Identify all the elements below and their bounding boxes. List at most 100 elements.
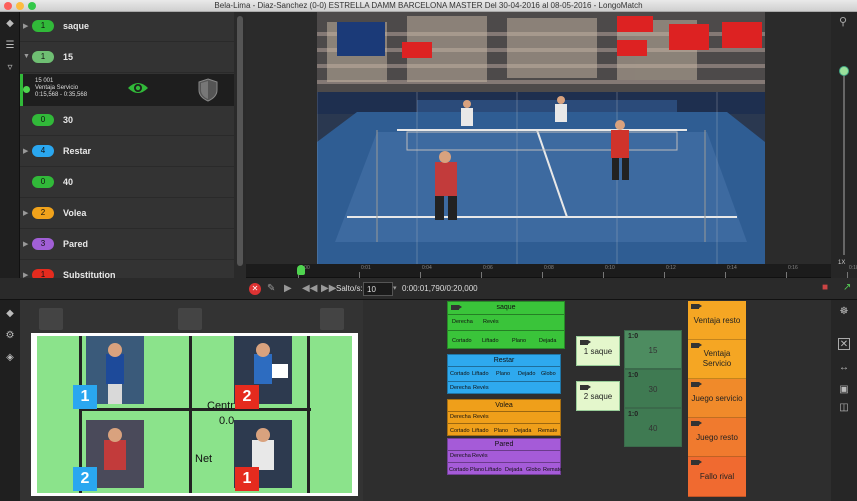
subcategory-option[interactable]: Liftado xyxy=(472,371,489,377)
timeline-row-30[interactable]: 0 30 xyxy=(20,106,234,136)
tag-button-1-saque[interactable]: 1 saque xyxy=(576,336,620,366)
subcategory-option[interactable]: Dejada xyxy=(539,338,556,344)
timeline-row-saque[interactable]: ▶ 1 saque xyxy=(20,12,234,42)
outcome-button-fallo-rival[interactable]: Fallo rival xyxy=(688,457,746,497)
zoom-slider-handle[interactable] xyxy=(839,66,849,76)
subcategory-option[interactable]: Remate xyxy=(538,428,557,434)
chevron-right-icon[interactable]: ▶ xyxy=(23,22,28,30)
play-icon[interactable]: ▶ xyxy=(284,283,292,295)
subcategory-option[interactable]: Cortado xyxy=(450,428,470,434)
zoom-level: 1X xyxy=(838,260,846,266)
category-button-restar[interactable]: Restar Cortado Liftado Plano Dejado Glob… xyxy=(447,354,561,394)
subcategory-option[interactable]: Liftado xyxy=(485,467,502,473)
subcategory-option[interactable]: Cortado xyxy=(450,371,470,377)
outcome-button-juego-resto[interactable]: Juego resto xyxy=(688,418,746,457)
category-button-volea[interactable]: Volea Derecha Revés Cortado Liftado Plan… xyxy=(447,399,561,436)
users-icon[interactable]: ☸ xyxy=(838,306,850,318)
subcategory-option[interactable]: Dejado xyxy=(518,371,535,377)
subcategory-option[interactable]: Dejada xyxy=(505,467,522,473)
volume-icon[interactable]: ■ xyxy=(822,282,828,293)
columns-icon[interactable]: ◫ xyxy=(838,402,850,414)
timeline-scrollbar[interactable] xyxy=(234,12,246,290)
subcategory-option[interactable]: Dejada xyxy=(514,428,531,434)
subcategory-option[interactable]: Remate xyxy=(543,467,562,473)
subcategory-option[interactable]: Globo xyxy=(526,467,541,473)
tag-icon[interactable]: ◆ xyxy=(4,18,16,30)
subcategory-option[interactable]: Revés xyxy=(473,414,489,420)
zoom-slider-track[interactable] xyxy=(843,70,845,255)
outcome-button-ventaja-resto[interactable]: Ventaja resto xyxy=(688,301,746,340)
subcategory-option[interactable]: Revés xyxy=(472,453,488,459)
score-button-15[interactable]: 1:0 15 xyxy=(624,330,682,369)
category-title: saque xyxy=(496,304,516,311)
subcategory-option[interactable]: Cortado xyxy=(452,338,472,344)
time-ruler[interactable]: 0:000:010:040:060:080:100:120:140:160:18 xyxy=(246,264,857,278)
score-value: 40 xyxy=(648,424,658,433)
subcategory-option[interactable]: Derecha xyxy=(450,385,471,391)
outcome-button-juego-servicio[interactable]: Juego servicio xyxy=(688,379,746,418)
timeline-row-40[interactable]: 0 40 xyxy=(20,168,234,198)
tag-button-2-saque[interactable]: 2 saque xyxy=(576,381,620,411)
fit-icon[interactable]: ▣ xyxy=(838,384,850,396)
filter-icon[interactable]: ▿ xyxy=(4,62,16,74)
outcome-button-ventaja-servicio[interactable]: Ventaja Servicio xyxy=(688,340,746,379)
tag-icon[interactable]: ◆ xyxy=(4,308,16,320)
substitution-icon[interactable] xyxy=(178,308,202,330)
video-frame[interactable] xyxy=(317,12,765,264)
subcategory-option[interactable]: Revés xyxy=(473,385,489,391)
score-button-30[interactable]: 1:0 30 xyxy=(624,369,682,408)
subcategory-option[interactable]: Liftado xyxy=(482,338,499,344)
centre-label: Centr xyxy=(207,400,234,412)
settings-icon[interactable]: ⚙ xyxy=(4,330,16,342)
home-team-shield-button[interactable] xyxy=(39,308,63,330)
chevron-right-icon[interactable]: ▶ xyxy=(23,209,28,217)
detach-window-icon[interactable]: ↗ xyxy=(843,282,851,293)
chevron-right-icon[interactable]: ▶ xyxy=(23,271,28,278)
subcategory-option[interactable]: Derecha xyxy=(452,319,473,325)
timeline-row-substitution[interactable]: ▶ 1 Substitution xyxy=(20,261,234,278)
close-icon[interactable]: ✕ xyxy=(249,283,261,295)
close-icon[interactable]: ✕ xyxy=(838,338,850,350)
title-bar: Bela-Lima - Diaz-Sanchez (0-0) ESTRELLA … xyxy=(0,0,857,12)
subcategory-option[interactable]: Cortado xyxy=(449,467,469,473)
eye-icon[interactable] xyxy=(127,81,149,95)
category-button-saque[interactable]: saque Derecha Revés Cortado Liftado Plan… xyxy=(447,301,565,349)
subcategory-option[interactable]: Globo xyxy=(541,371,556,377)
list-icon[interactable]: ☰ xyxy=(4,40,16,52)
stepper-icon[interactable]: ▾ xyxy=(393,283,397,295)
timeline-row-15[interactable]: ▼ 1 15 xyxy=(20,43,234,73)
subcategory-option[interactable]: Plano xyxy=(496,371,510,377)
subcategory-option[interactable]: Liftado xyxy=(472,428,489,434)
chevron-down-icon[interactable]: ▼ xyxy=(23,53,30,60)
away-team-shield-button[interactable] xyxy=(320,308,344,330)
subcategory-option[interactable]: Derecha xyxy=(450,453,471,459)
bottom-right-toolbar: ☸ ✕ ↔ ▣ ◫ xyxy=(831,300,857,501)
timeline-row-volea[interactable]: ▶ 2 Volea xyxy=(20,199,234,229)
fast-forward-icon[interactable]: ▶▶ xyxy=(321,283,336,295)
subcategory-option[interactable]: Plano xyxy=(512,338,526,344)
subcategory-option[interactable]: Plano xyxy=(470,467,484,473)
playhead-handle[interactable] xyxy=(297,265,305,275)
ruler-label: 0:01 xyxy=(361,265,371,271)
chevron-right-icon[interactable]: ▶ xyxy=(23,240,28,248)
ruler-label: 0:04 xyxy=(422,265,432,271)
rewind-icon[interactable]: ◀◀ xyxy=(302,283,317,295)
expand-horizontal-icon[interactable]: ↔ xyxy=(838,362,850,374)
category-button-pared[interactable]: Pared Derecha Revés Cortado Plano Liftad… xyxy=(447,438,562,475)
draw-icon[interactable]: ✎ xyxy=(267,283,275,295)
chevron-right-icon[interactable]: ▶ xyxy=(23,147,28,155)
events-timeline-list: ▶ 1 saque ▼ 1 15 15 001 Ventaja Servicio… xyxy=(20,12,234,278)
timeline-row-pared[interactable]: ▶ 3 Pared xyxy=(20,230,234,260)
subcategory-option[interactable]: Plano xyxy=(494,428,508,434)
tag-edit-icon[interactable]: ◈ xyxy=(4,352,16,364)
jump-seconds-input[interactable] xyxy=(363,282,393,296)
subcategory-option[interactable]: Derecha xyxy=(450,414,471,420)
ruler-label: 0:08 xyxy=(544,265,554,271)
ruler-label: 0:06 xyxy=(483,265,493,271)
search-icon[interactable]: ⚲ xyxy=(839,15,847,28)
timeline-row-restar[interactable]: ▶ 4 Restar xyxy=(20,137,234,167)
selected-event-row[interactable]: 15 001 Ventaja Servicio 0:15,568 - 0:35,… xyxy=(20,74,234,106)
score-button-40[interactable]: 1:0 40 xyxy=(624,408,682,447)
subcategory-option[interactable]: Revés xyxy=(483,319,499,325)
scrollbar-thumb[interactable] xyxy=(237,16,243,266)
